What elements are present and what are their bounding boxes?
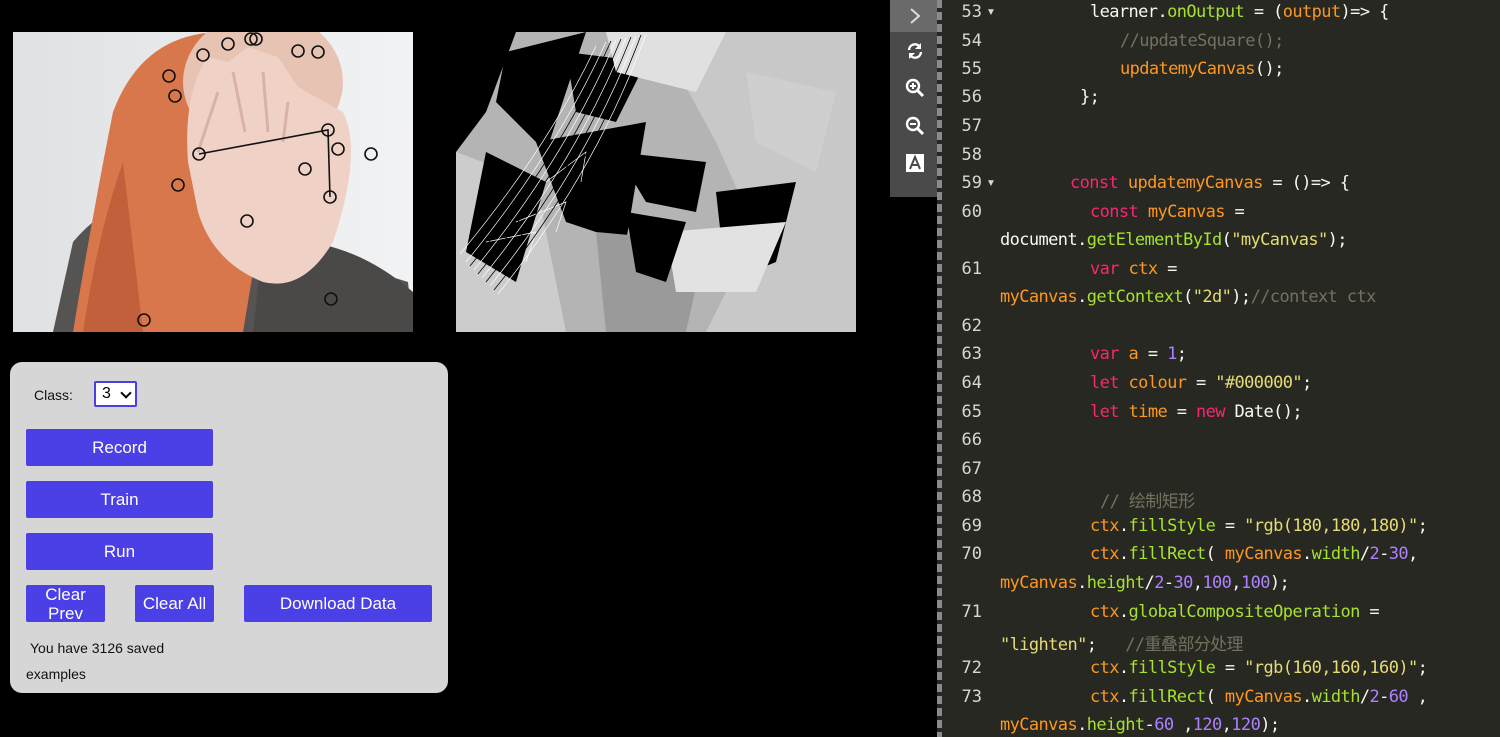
code-line: updatemyCanvas(); <box>1120 59 1284 79</box>
line-number: 68 <box>961 487 982 507</box>
line-number: 56 <box>961 87 982 107</box>
saved-count-text-2: examples <box>26 666 86 682</box>
line-number: 67 <box>961 459 982 479</box>
line-number: 60 <box>961 202 982 222</box>
webcam-view <box>13 32 413 332</box>
run-button[interactable]: Run <box>26 533 213 570</box>
line-number: 71 <box>961 602 982 622</box>
code-line: // 绘制矩形 <box>1100 492 1195 512</box>
code-line: }; <box>1080 87 1100 107</box>
line-number: 69 <box>961 516 982 536</box>
code-line: ctx.fillRect( myCanvas.width/2-60 , <box>1090 687 1428 707</box>
fold-arrow-icon[interactable]: ▼ <box>986 178 996 189</box>
code-line: ctx.fillStyle = "rgb(180,180,180)"; <box>1090 516 1428 536</box>
code-line: var ctx = <box>1090 259 1177 279</box>
line-number: 61 <box>961 259 982 279</box>
fold-arrow-icon[interactable]: ▼ <box>986 7 996 18</box>
font-size-button[interactable] <box>890 147 939 179</box>
line-number: 65 <box>961 402 982 422</box>
code-line: document.getElementById("myCanvas"); <box>1000 230 1348 250</box>
line-number: 55 <box>961 59 982 79</box>
line-number: 66 <box>961 430 982 450</box>
class-label: Class: <box>34 387 73 403</box>
code-line: //updateSquare(); <box>1120 31 1284 51</box>
editor-toolbar <box>890 0 939 197</box>
line-number: 73 <box>961 687 982 707</box>
zoom-out-icon <box>905 116 924 136</box>
line-number: 59 <box>961 173 982 193</box>
line-number: 53 <box>961 2 982 22</box>
line-number: 72 <box>961 658 982 678</box>
code-line: let colour = "#000000"; <box>1090 373 1312 393</box>
code-line: let time = new Date(); <box>1090 402 1303 422</box>
code-editor[interactable]: 53 54 55 56 57 58 59 60 61 62 63 64 65 6… <box>942 0 1500 737</box>
code-line: myCanvas.height/2-30,100,100); <box>1000 573 1290 593</box>
code-line: const updatemyCanvas = ()=> { <box>1070 173 1350 193</box>
line-number: 70 <box>961 544 982 564</box>
line-number: 58 <box>961 145 982 165</box>
code-line: var a = 1; <box>1090 344 1187 364</box>
code-line: "lighten"; //重叠部分处理 <box>1000 635 1244 655</box>
line-number: 57 <box>961 116 982 136</box>
generated-art <box>456 32 856 332</box>
code-line: const myCanvas = <box>1090 202 1245 222</box>
line-number: 64 <box>961 373 982 393</box>
control-panel: Class: 3 Record Train Run Clear Prev Cle… <box>10 362 448 693</box>
clear-all-button[interactable]: Clear All <box>135 585 214 622</box>
class-select-value: 3 <box>102 385 111 402</box>
chevron-down-icon <box>120 387 132 399</box>
clear-prev-button[interactable]: Clear Prev <box>26 585 105 623</box>
expand-button[interactable] <box>890 0 939 32</box>
record-button[interactable]: Record <box>26 429 213 466</box>
refresh-icon <box>907 43 922 59</box>
code-line: ctx.globalCompositeOperation = <box>1090 602 1380 622</box>
webcam-image <box>13 32 413 332</box>
line-number: 62 <box>961 316 982 336</box>
code-line: learner.onOutput = (output)=> { <box>1090 2 1389 22</box>
train-button[interactable]: Train <box>26 481 213 518</box>
code-line: ctx.fillStyle = "rgb(160,160,160)"; <box>1090 658 1428 678</box>
class-select[interactable]: 3 <box>94 381 137 407</box>
line-number: 63 <box>961 344 982 364</box>
code-line: myCanvas.getContext("2d");//context ctx <box>1000 287 1376 307</box>
zoom-out-button[interactable] <box>890 110 939 142</box>
code-line: ctx.fillRect( myCanvas.width/2-30, <box>1090 544 1418 564</box>
line-number: 54 <box>961 31 982 51</box>
zoom-in-icon <box>905 78 924 98</box>
code-line: myCanvas.height-60 ,120,120); <box>1000 715 1280 735</box>
refresh-button[interactable] <box>890 35 939 67</box>
chevron-right-icon <box>909 8 921 24</box>
font-size-icon <box>905 154 924 172</box>
saved-count-text: You have 3126 saved <box>30 640 165 656</box>
zoom-in-button[interactable] <box>890 72 939 104</box>
download-data-button[interactable]: Download Data <box>244 585 432 622</box>
output-canvas <box>456 32 856 332</box>
